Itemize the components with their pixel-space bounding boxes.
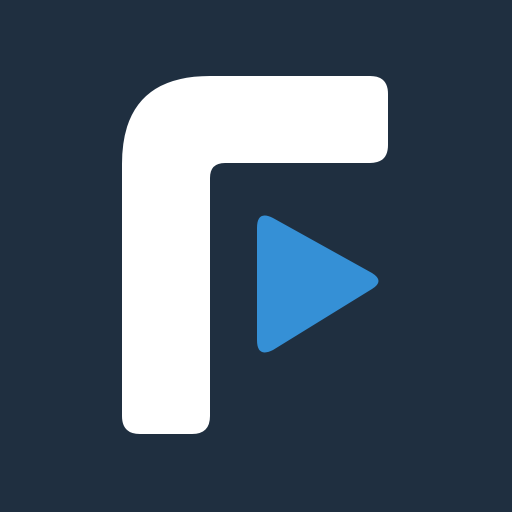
logo-svg [0,0,512,512]
app-logo-icon [0,0,512,512]
